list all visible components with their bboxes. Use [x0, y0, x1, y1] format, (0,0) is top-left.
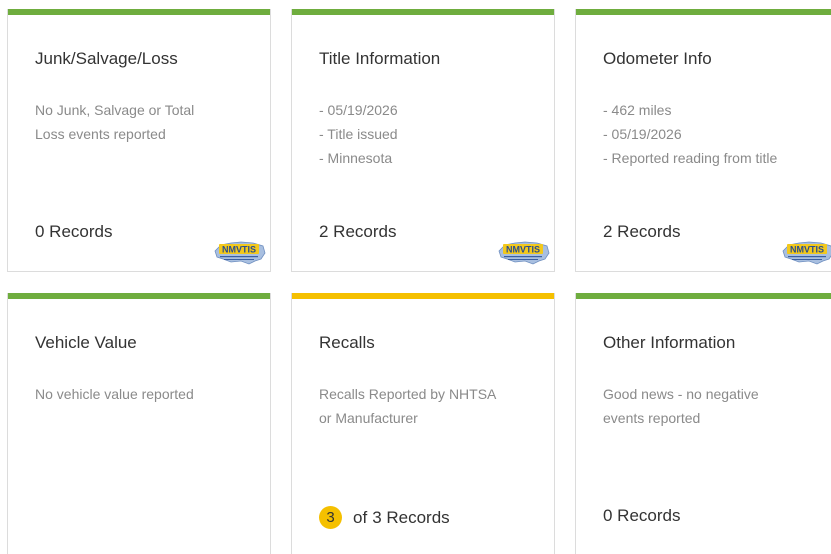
card-status-bar — [8, 293, 270, 299]
card-description-line: No Junk, Salvage or Total — [35, 102, 195, 118]
card-records: 0 Records — [603, 506, 680, 526]
card-description: - 462 miles - 05/19/2026 - Reported read… — [603, 98, 808, 170]
card-description: - 05/19/2026 - Title issued - Minnesota — [319, 98, 524, 170]
card-junk-salvage-loss[interactable]: Junk/Salvage/Loss No Junk, Salvage or To… — [7, 9, 271, 272]
nmvtis-logo: NMVTIS — [782, 241, 831, 265]
card-records: 2 Records — [603, 222, 680, 242]
card-description: Recalls Reported by NHTSA or Manufacture… — [319, 382, 524, 430]
card-status-bar — [8, 9, 270, 15]
records-count: 0 Records — [35, 222, 113, 241]
card-records: 3 of 3 Records — [319, 506, 450, 529]
card-records: 2 Records — [319, 222, 396, 242]
card-description-line: - Reported reading from title — [603, 150, 778, 166]
card-description-line: - Minnesota — [319, 150, 393, 166]
records-count: 2 Records — [319, 222, 397, 241]
card-title: Recalls — [319, 333, 375, 352]
records-count: 2 Records — [603, 222, 681, 241]
card-description-line: - 462 miles — [603, 102, 672, 118]
card-description-line: No vehicle value reported — [35, 386, 194, 402]
card-title: Title Information — [319, 49, 441, 68]
card-title: Other Information — [603, 333, 736, 352]
card-title: Vehicle Value — [35, 333, 137, 352]
card-description-line: Good news - no negative — [603, 386, 759, 402]
records-count: 0 Records — [603, 506, 681, 525]
card-description: No Junk, Salvage or Total Loss events re… — [35, 98, 240, 146]
card-status-bar — [576, 293, 831, 299]
card-description-line: or Manufacturer — [319, 410, 418, 426]
logo-wordmark: NMVTIS — [222, 245, 256, 255]
card-vehicle-value[interactable]: Vehicle Value No vehicle value reported — [7, 293, 271, 554]
card-description-line: Recalls Reported by NHTSA — [319, 386, 497, 402]
card-status-bar — [576, 9, 831, 15]
card-title-information[interactable]: Title Information - 05/19/2026 - Title i… — [291, 9, 555, 272]
records-of-label: of — [353, 507, 368, 527]
card-title: Junk/Salvage/Loss — [35, 49, 178, 68]
recall-count-badge: 3 — [319, 506, 342, 529]
card-other-information[interactable]: Other Information Good news - no negativ… — [575, 293, 831, 554]
card-status-bar — [292, 293, 554, 299]
card-title: Odometer Info — [603, 49, 712, 68]
nmvtis-logo: NMVTIS — [498, 241, 550, 265]
card-odometer-info[interactable]: Odometer Info - 462 miles - 05/19/2026 -… — [575, 9, 831, 272]
card-description-line: Loss events reported — [35, 126, 166, 142]
card-description-line: - Title issued — [319, 126, 398, 142]
card-status-bar — [292, 9, 554, 15]
card-recalls[interactable]: Recalls Recalls Reported by NHTSA or Man… — [291, 293, 555, 554]
records-count: 3 Records — [372, 507, 450, 527]
card-description-line: - 05/19/2026 — [603, 126, 682, 142]
card-description-line: - 05/19/2026 — [319, 102, 398, 118]
card-description: Good news - no negative events reported — [603, 382, 808, 430]
card-records: 0 Records — [35, 222, 112, 242]
nmvtis-logo: NMVTIS — [214, 241, 266, 265]
card-description: No vehicle value reported — [35, 382, 240, 406]
card-description-line: events reported — [603, 410, 701, 426]
logo-wordmark: NMVTIS — [506, 245, 540, 255]
logo-wordmark: NMVTIS — [790, 245, 824, 255]
